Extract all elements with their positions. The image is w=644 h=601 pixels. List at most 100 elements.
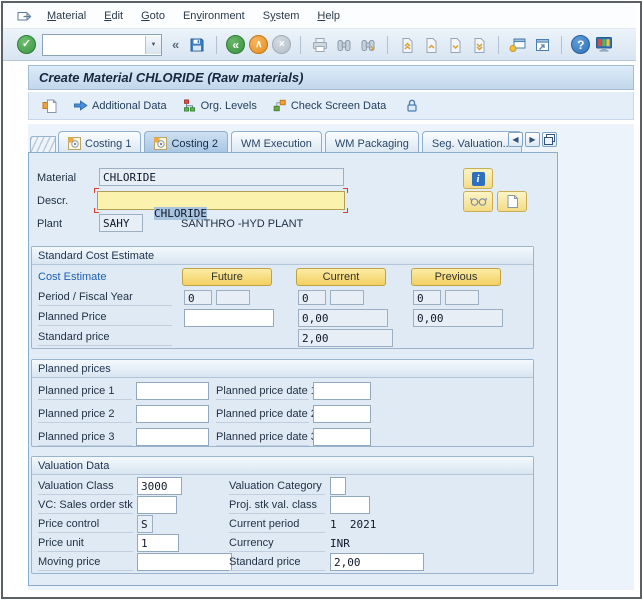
command-field-input[interactable]	[43, 35, 145, 54]
create-shortcut-button[interactable]	[532, 35, 552, 55]
planned-price-date-1-label: Planned price date 1	[216, 385, 317, 400]
planned-price-label: Planned Price	[38, 311, 172, 326]
chevron-left-icon: ◀	[512, 135, 519, 144]
display-view-button[interactable]	[463, 191, 493, 212]
valuation-category-field[interactable]	[330, 477, 346, 495]
first-page-button[interactable]	[397, 35, 417, 55]
planned-price-3-field[interactable]	[136, 428, 209, 446]
lock-button[interactable]	[400, 96, 424, 115]
create-view-button[interactable]	[497, 191, 527, 212]
last-page-button[interactable]	[469, 35, 489, 55]
period-future-field: 0	[184, 290, 212, 305]
previous-button[interactable]: Previous	[411, 268, 501, 286]
tab-wm-execution[interactable]: WM Execution	[230, 131, 322, 152]
find-next-button[interactable]	[358, 35, 378, 55]
tab-scroll-left-button[interactable]: ◀	[508, 132, 523, 147]
descr-field[interactable]: CHLORIDE	[94, 188, 348, 220]
menu-accel: G	[141, 9, 150, 22]
focus-corner	[94, 188, 99, 193]
monitor-icon	[596, 37, 613, 52]
proj-stk-val-class-field[interactable]	[330, 496, 370, 514]
customize-layout-button[interactable]	[594, 35, 614, 55]
menu-material[interactable]: Material	[38, 7, 95, 25]
valuation-class-field[interactable]: 3000	[137, 477, 182, 495]
tab-label: Costing 2	[171, 137, 218, 150]
vc-sales-order-stk-field[interactable]	[137, 496, 177, 514]
planned-price-date-2-label: Planned price date 2	[216, 408, 317, 423]
standard-toolbar: ✓ ▼ « « ∧ × ?	[3, 29, 636, 61]
menu-system[interactable]: System	[254, 7, 309, 25]
window-body: Material Edit Goto Environment System He…	[1, 1, 642, 599]
current-button[interactable]: Current	[296, 268, 386, 286]
menu-text: stem	[275, 9, 300, 22]
lock-icon	[407, 99, 417, 112]
menu-help[interactable]: Help	[308, 7, 349, 25]
planned-price-future-field[interactable]	[184, 309, 274, 327]
hidden-tabs-stripes	[30, 136, 56, 152]
help-button[interactable]: ?	[571, 35, 591, 54]
back-icon: «	[232, 37, 240, 52]
planned-price-date-2-field[interactable]	[313, 405, 371, 423]
check-screen-data-button[interactable]: Check Screen Data	[267, 96, 391, 115]
planned-price-1-field[interactable]	[136, 382, 209, 400]
collapse-toolbar-toggle[interactable]: «	[168, 37, 183, 52]
display-other-material-button[interactable]	[37, 96, 63, 116]
back-button[interactable]: «	[226, 35, 246, 54]
focus-corner	[343, 208, 348, 213]
find-icon	[337, 39, 351, 51]
additional-data-button[interactable]: Additional Data	[68, 97, 172, 114]
tab-scroll-right-button[interactable]: ▶	[525, 132, 540, 147]
find-button[interactable]	[334, 35, 354, 55]
group-title: Valuation Data	[32, 457, 533, 475]
org-levels-button[interactable]: Org. Levels	[177, 96, 262, 115]
enter-button[interactable]: ✓	[17, 35, 36, 54]
menu-goto[interactable]: Goto	[132, 7, 174, 25]
planned-price-1-label: Planned price 1	[38, 385, 132, 400]
tab-label: WM Execution	[240, 137, 312, 150]
exit-button[interactable]: ∧	[249, 35, 269, 54]
tab-wm-packaging[interactable]: WM Packaging	[324, 131, 419, 152]
tab-costing-2[interactable]: Costing 2	[144, 131, 228, 152]
system-menu-icon[interactable]	[17, 9, 32, 22]
menu-environment[interactable]: Environment	[174, 7, 254, 25]
tab-costing-1[interactable]: Costing 1	[58, 131, 142, 152]
previous-page-button[interactable]	[421, 35, 441, 55]
price-unit-field[interactable]: 1	[137, 534, 179, 552]
new-session-button[interactable]	[508, 35, 528, 55]
menu-edit[interactable]: Edit	[95, 7, 132, 25]
fiscal-year-future-field	[216, 290, 250, 305]
price-control-field: S	[137, 515, 153, 533]
menu-text: aterial	[56, 9, 87, 22]
cancel-button[interactable]: ×	[272, 35, 292, 54]
page-copy-icon	[42, 99, 57, 113]
info-button[interactable]: i	[463, 168, 493, 189]
tab-list-button[interactable]	[542, 132, 557, 147]
material-field: CHLORIDE	[99, 168, 344, 186]
planned-price-date-3-field[interactable]	[313, 428, 371, 446]
future-button[interactable]: Future	[182, 268, 272, 286]
currency-label: Currency	[229, 537, 325, 552]
info-icon: i	[471, 171, 485, 186]
tab-scroll-controls: ◀ ▶	[508, 132, 557, 147]
plant-description: SANTHRO -HYD PLANT	[181, 218, 304, 230]
currency-value: INR	[330, 537, 350, 550]
next-page-button[interactable]	[445, 35, 465, 55]
previous-page-icon	[426, 37, 437, 53]
save-button[interactable]	[187, 35, 207, 55]
planned-price-date-1-field[interactable]	[313, 382, 371, 400]
additional-data-label: Additional Data	[92, 99, 167, 112]
cost-estimate-label[interactable]: Cost Estimate	[38, 271, 106, 283]
print-button[interactable]	[310, 35, 330, 55]
check-screen-icon	[273, 99, 286, 112]
screen-area: Costing 1 Costing 2 WM Execution WM Pack…	[28, 124, 634, 590]
toolbar-separator	[387, 35, 389, 54]
tab-seg-valuation[interactable]: Seg. Valuation...	[421, 131, 522, 152]
command-dropdown-button[interactable]: ▼	[145, 35, 161, 54]
moving-price-field[interactable]	[137, 553, 232, 571]
check-icon: ✓	[21, 38, 32, 50]
check-screen-data-label: Check Screen Data	[290, 99, 387, 112]
planned-price-2-field[interactable]	[136, 405, 209, 423]
valuation-data-group: Valuation Data Valuation Class 3000 Valu…	[31, 456, 534, 574]
standard-price-valuation-field[interactable]: 2,00	[330, 553, 424, 571]
title-bar: Create Material CHLORIDE (Raw materials)	[28, 65, 634, 90]
